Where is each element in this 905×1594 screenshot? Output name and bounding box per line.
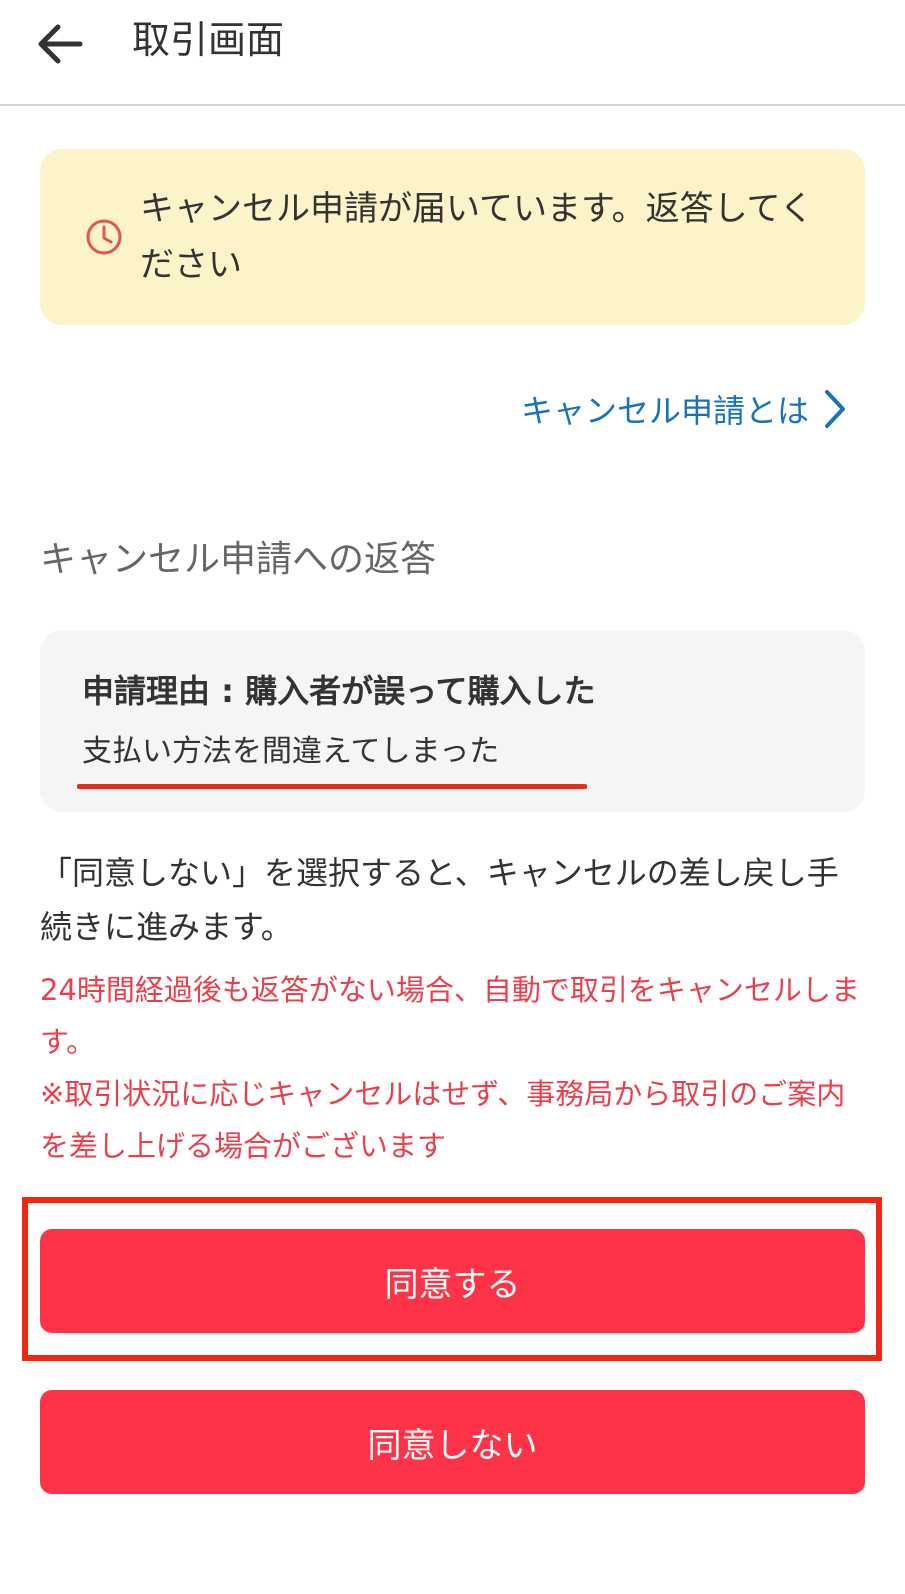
chevron-right-icon (825, 390, 845, 428)
warning-line-2: ※取引状況に応じキャンセルはせず、事務局から取引のご案内を差し上げる場合がござい… (40, 1077, 846, 1163)
cancel-request-help-link[interactable]: キャンセル申請とは (521, 384, 847, 434)
cancel-request-notice: キャンセル申請が届いています。返答してください (40, 149, 865, 325)
page-title: 取引画面 (132, 18, 285, 62)
agree-button[interactable]: 同意する (40, 1229, 865, 1333)
app-header: 取引画面 (0, 0, 905, 106)
section-title: キャンセル申請への返答 (40, 539, 437, 580)
annotation-underline (77, 784, 587, 789)
notice-text: キャンセル申請が届いています。返答してください (140, 189, 814, 285)
warning-line-1: 24時間経過後も返答がない場合、自動で取引をキャンセルします。 (40, 973, 860, 1059)
disagree-description: 「同意しない」を選択すると、キャンセルの差し戻し手続きに進みます。 (40, 854, 839, 946)
clock-icon (86, 219, 122, 255)
auto-cancel-warning: 24時間経過後も返答がない場合、自動で取引をキャンセルします。 ※取引状況に応じ… (40, 964, 865, 1172)
reason-detail: 支払い方法を間違えてしまった (82, 734, 500, 769)
arrow-left-icon (38, 24, 83, 64)
back-button[interactable] (30, 14, 90, 74)
help-link-label: キャンセル申請とは (520, 392, 809, 430)
reason-label: 申請理由 : 購入者が誤って購入した (82, 672, 596, 710)
cancel-reason-box: 申請理由 : 購入者が誤って購入した 支払い方法を間違えてしまった (40, 630, 865, 812)
disagree-button[interactable]: 同意しない (40, 1390, 865, 1494)
